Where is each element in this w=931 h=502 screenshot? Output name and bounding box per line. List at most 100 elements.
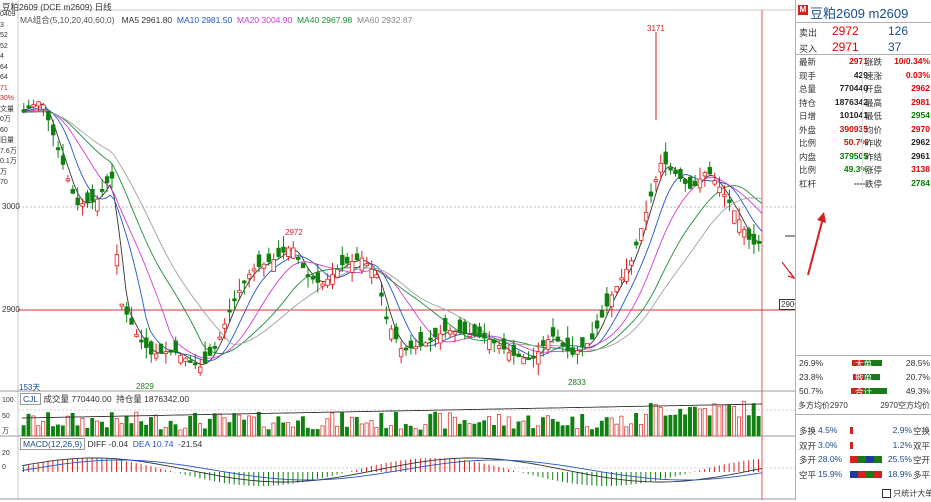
candle-body	[80, 203, 85, 207]
volume-bar	[653, 404, 658, 437]
candle-body	[496, 345, 502, 349]
left-info-strip: 0409 3 52 52 4 64 64 71 30% 文量 0万 60 旧量 7.6万 0.1万万 70	[0, 10, 18, 189]
candle-body	[340, 254, 345, 266]
volume-bar	[756, 415, 761, 437]
volume-bar	[673, 414, 678, 437]
big-order-filter[interactable]: 只统计大单	[882, 488, 931, 499]
candle-body	[707, 167, 712, 175]
left-strip-item: 旧量	[0, 137, 14, 144]
candle-body	[227, 309, 232, 313]
up-arrow-icon	[817, 212, 826, 223]
quote-panel: M 豆粕2609 m2609 卖出 2972 126 买入 2971 37 最新…	[795, 0, 931, 500]
left-strip-item: 64	[0, 74, 8, 81]
volume-bar	[639, 423, 643, 437]
big-order-checkbox[interactable]	[882, 489, 891, 499]
volume-bar	[570, 416, 575, 437]
volume-bar	[149, 417, 153, 437]
candle-body	[438, 333, 443, 344]
candle-body	[653, 179, 659, 183]
volume-bar	[261, 426, 266, 437]
quote-row: 比例 50.7% 昨收 2962	[796, 136, 931, 150]
candle-body	[643, 211, 649, 222]
candle-body	[310, 276, 316, 280]
flow-row: 50.7% 合计 49.3%	[796, 385, 931, 399]
symbol-header: 豆粕2609 (DCE m2609) 日线	[2, 1, 112, 13]
volume-bar	[599, 420, 604, 437]
quote-value: 2962	[911, 137, 930, 147]
cjl-indicator-button[interactable]: CJL	[20, 393, 42, 405]
quote-row: 比例 49.3% 涨停 3138	[796, 163, 931, 177]
diff-value: DIFF -0.04	[87, 439, 129, 449]
macd-indicator-button[interactable]: MACD(12,26,9)	[20, 438, 86, 450]
macd-header: MACD(12,26,9) DIFF -0.04 DEA 10.74 -21.5…	[20, 438, 202, 450]
volume-bar	[271, 422, 276, 437]
candlestick-chart[interactable]	[0, 0, 796, 500]
sell-qty: 126	[888, 24, 909, 38]
candle-body	[139, 339, 144, 343]
candle-body	[305, 274, 311, 278]
candle-body	[364, 263, 369, 267]
ma-group-label[interactable]: MA组合(5,10,20,40,60,0)	[20, 15, 115, 25]
volume-bar	[423, 424, 428, 437]
period-label[interactable]: 日线	[95, 2, 112, 12]
volume-bar	[158, 429, 163, 437]
candle-body	[114, 254, 120, 267]
volume-bar	[168, 420, 173, 437]
candle-body	[408, 340, 414, 349]
volume-bar	[545, 415, 550, 437]
volume-bar	[276, 416, 281, 437]
volume-bar	[21, 425, 26, 437]
candle-body	[737, 219, 742, 233]
volume-bar	[251, 416, 256, 437]
candle-body	[158, 343, 164, 354]
position-lv: 28.0%	[818, 454, 843, 464]
dea-value: DEA 10.74	[132, 439, 174, 449]
volume-bar	[629, 423, 634, 437]
flow-row: 23.8% 散单 20.7%	[796, 371, 931, 385]
quote-label: 开盘	[865, 84, 883, 94]
quote-row: 持仓 1876342 最高 2981	[796, 96, 931, 110]
volume-bar	[173, 424, 178, 437]
low-label-2833: 2833	[568, 378, 586, 387]
quote-label: 比例	[799, 165, 817, 175]
candle-body	[462, 321, 467, 335]
buy-price: 2971	[832, 40, 859, 54]
volume-bar	[394, 412, 398, 437]
position-bar	[850, 456, 882, 463]
volume-bar	[330, 412, 335, 437]
volume-bar	[506, 416, 511, 437]
price-label-3000: 3000	[2, 202, 20, 211]
order-book[interactable]: 卖出 2972 126 买入 2971 37	[796, 24, 931, 54]
candle-body	[756, 240, 761, 244]
quote-label: 比例	[799, 138, 817, 148]
position-bar	[850, 441, 853, 449]
volume-bar	[163, 427, 168, 437]
candle-body	[477, 326, 482, 338]
volume-bar	[482, 420, 487, 437]
volume-bar	[516, 421, 521, 437]
candle-body	[251, 268, 257, 272]
volume-bar	[227, 422, 232, 437]
volume-bar	[41, 420, 46, 437]
volume-bar	[438, 413, 443, 437]
candle-body	[536, 351, 541, 365]
macd-axis-20: 20	[2, 450, 10, 457]
volume-bar	[129, 423, 134, 437]
candle-body	[359, 257, 365, 271]
flow-left-pct: 50.7%	[799, 386, 824, 396]
volume-bar	[207, 418, 212, 437]
candle-body	[604, 293, 610, 307]
volume-bar	[95, 420, 100, 437]
position-bar	[850, 470, 882, 478]
quote-value: 1876342	[834, 96, 868, 107]
position-rv: 18.9%	[887, 468, 912, 479]
candle-body	[732, 210, 737, 224]
volume-bar	[717, 405, 722, 437]
candle-body	[501, 338, 507, 350]
main-chart-area[interactable]: 豆粕2609 (DCE m2609) 日线 MA组合(5,10,20,40,60…	[0, 0, 801, 500]
candle-body	[423, 342, 428, 347]
candle-body	[325, 278, 330, 286]
left-strip-item: 3	[0, 21, 4, 29]
volume-bar	[604, 417, 609, 437]
candle-body	[384, 316, 389, 320]
